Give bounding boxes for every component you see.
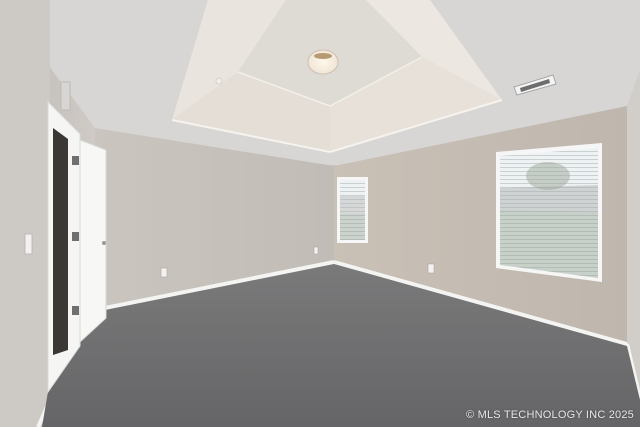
outlet-right-wall-icon bbox=[427, 263, 435, 274]
door-hinge-top bbox=[72, 156, 79, 165]
door-hinge-bottom bbox=[72, 306, 79, 315]
door-hinge-mid bbox=[72, 232, 79, 241]
door-knob-icon bbox=[102, 241, 106, 245]
watermark-text: © MLS TECHNOLOGY INC 2025 bbox=[466, 409, 634, 421]
wall-vent-icon bbox=[60, 81, 71, 111]
light-switch-icon bbox=[24, 233, 33, 255]
outlet-back-right-icon bbox=[313, 246, 319, 255]
ceiling-light-icon bbox=[307, 49, 339, 75]
small-window bbox=[337, 177, 368, 243]
outlet-back-wall-icon bbox=[160, 267, 168, 278]
empty-bedroom-photo: © MLS TECHNOLOGY INC 2025 bbox=[0, 0, 640, 427]
smoke-detector-icon bbox=[215, 77, 223, 85]
large-window bbox=[496, 143, 602, 282]
room-illustration bbox=[0, 0, 640, 427]
